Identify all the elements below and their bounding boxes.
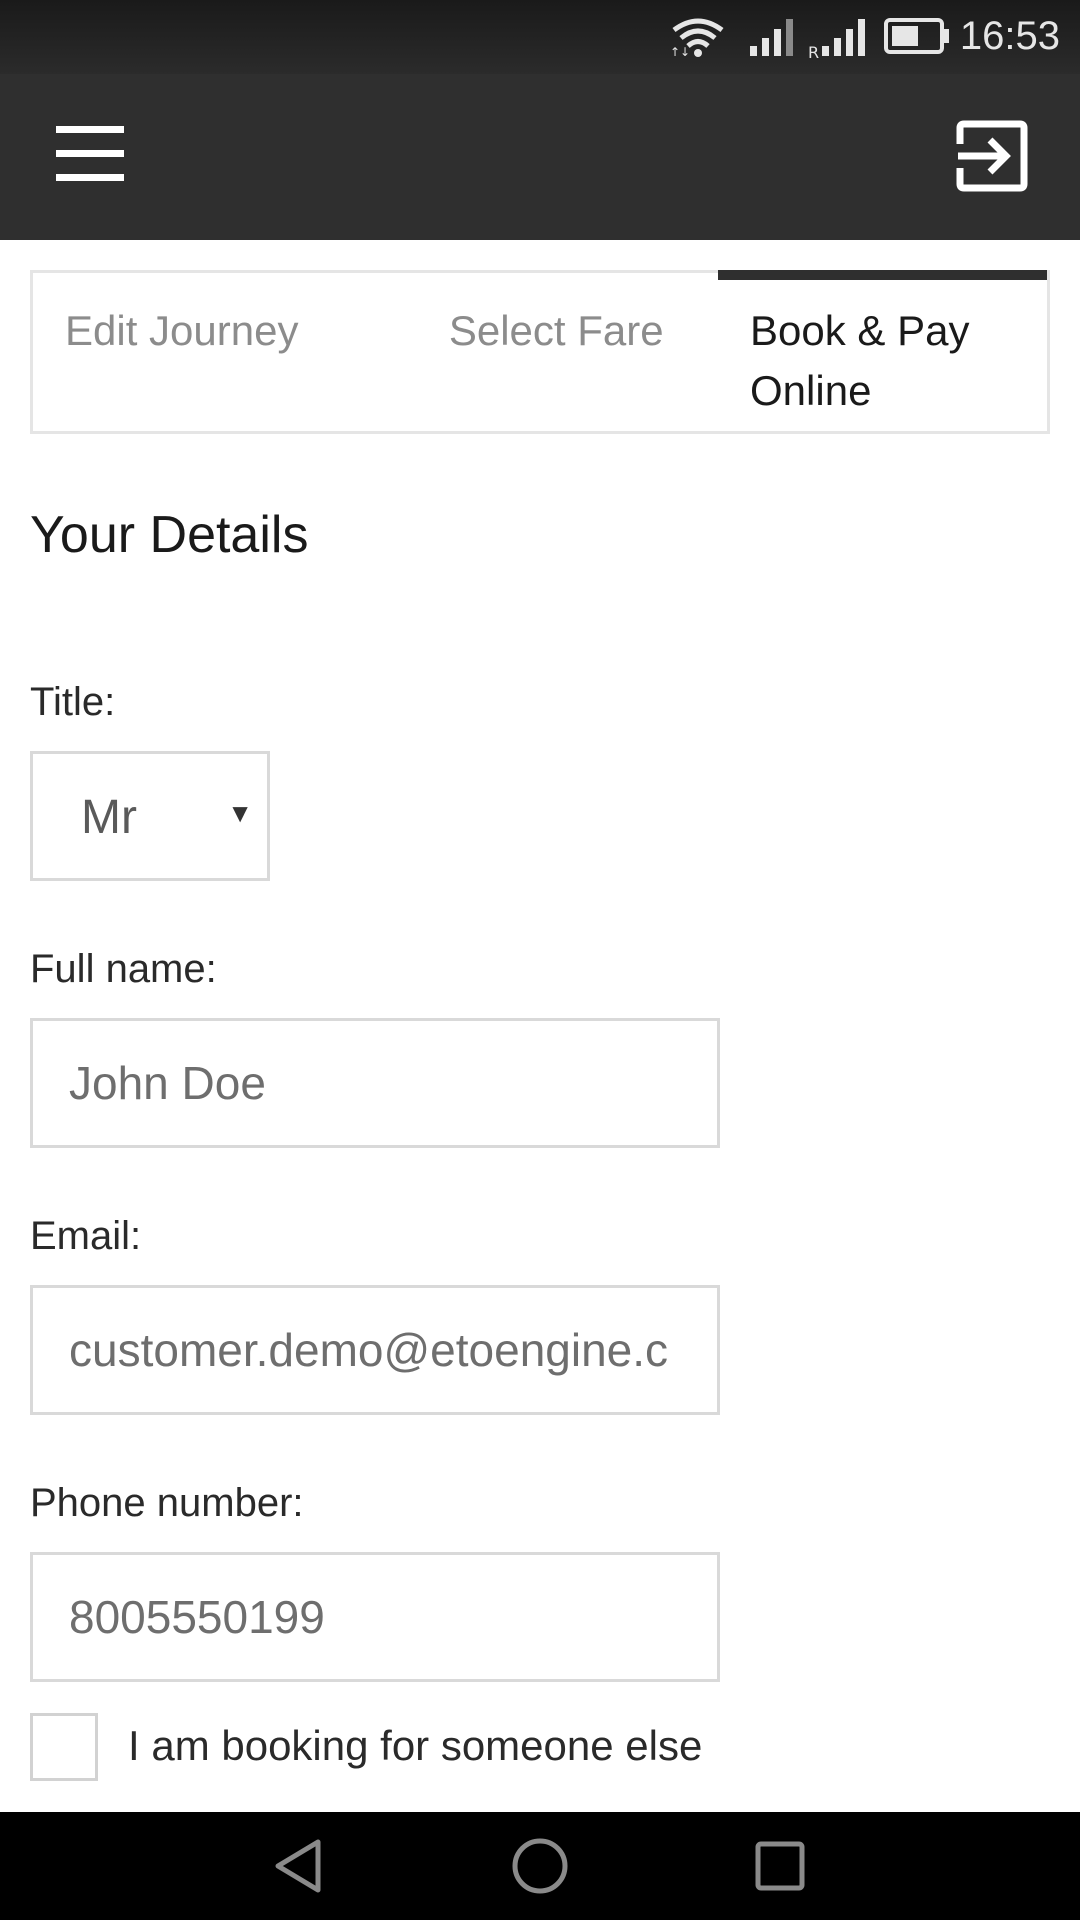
full-name-input[interactable]: John Doe bbox=[30, 1018, 720, 1148]
booking-for-someone-else-checkbox[interactable] bbox=[30, 1713, 98, 1781]
recents-icon[interactable] bbox=[750, 1836, 810, 1896]
back-icon[interactable] bbox=[270, 1836, 330, 1896]
svg-text:↑↓: ↑↓ bbox=[670, 45, 690, 58]
hamburger-menu-icon[interactable] bbox=[44, 126, 124, 186]
dropdown-arrow-icon: ▼ bbox=[227, 798, 253, 828]
title-label: Title: bbox=[30, 680, 116, 724]
title-select[interactable]: Mr ▼ bbox=[30, 751, 270, 881]
phone-input[interactable]: 8005550199 bbox=[30, 1552, 720, 1682]
email-label: Email: bbox=[30, 1214, 142, 1258]
wifi-icon: ↑↓ bbox=[670, 18, 724, 58]
phone-label: Phone number: bbox=[30, 1481, 304, 1525]
title-select-value: Mr bbox=[81, 791, 137, 844]
booking-for-someone-else-label[interactable]: I am booking for someone else bbox=[128, 1722, 702, 1770]
signal-icon bbox=[750, 19, 793, 56]
page-title: Your Details bbox=[30, 506, 309, 564]
exit-icon[interactable] bbox=[954, 118, 1030, 194]
app-bar bbox=[0, 74, 1080, 240]
system-nav-bar bbox=[0, 1812, 1080, 1920]
roaming-signal-icon: R bbox=[808, 19, 865, 60]
full-name-label: Full name: bbox=[30, 947, 217, 991]
tab-select-fare[interactable]: Select Fare bbox=[387, 273, 718, 431]
email-input[interactable]: customer.demo@etoengine.c bbox=[30, 1285, 720, 1415]
status-bar: ↑↓ R 16:53 bbox=[0, 0, 1080, 74]
tab-book-and-pay[interactable]: Book & Pay Online bbox=[718, 270, 1048, 431]
battery-icon bbox=[884, 18, 949, 54]
booking-steps-tabs: Edit Journey Select Fare Book & Pay Onli… bbox=[30, 270, 1050, 434]
svg-text:R: R bbox=[808, 43, 819, 60]
tab-edit-journey[interactable]: Edit Journey bbox=[33, 273, 387, 431]
status-time: 16:53 bbox=[959, 14, 1060, 58]
home-icon[interactable] bbox=[510, 1836, 570, 1896]
